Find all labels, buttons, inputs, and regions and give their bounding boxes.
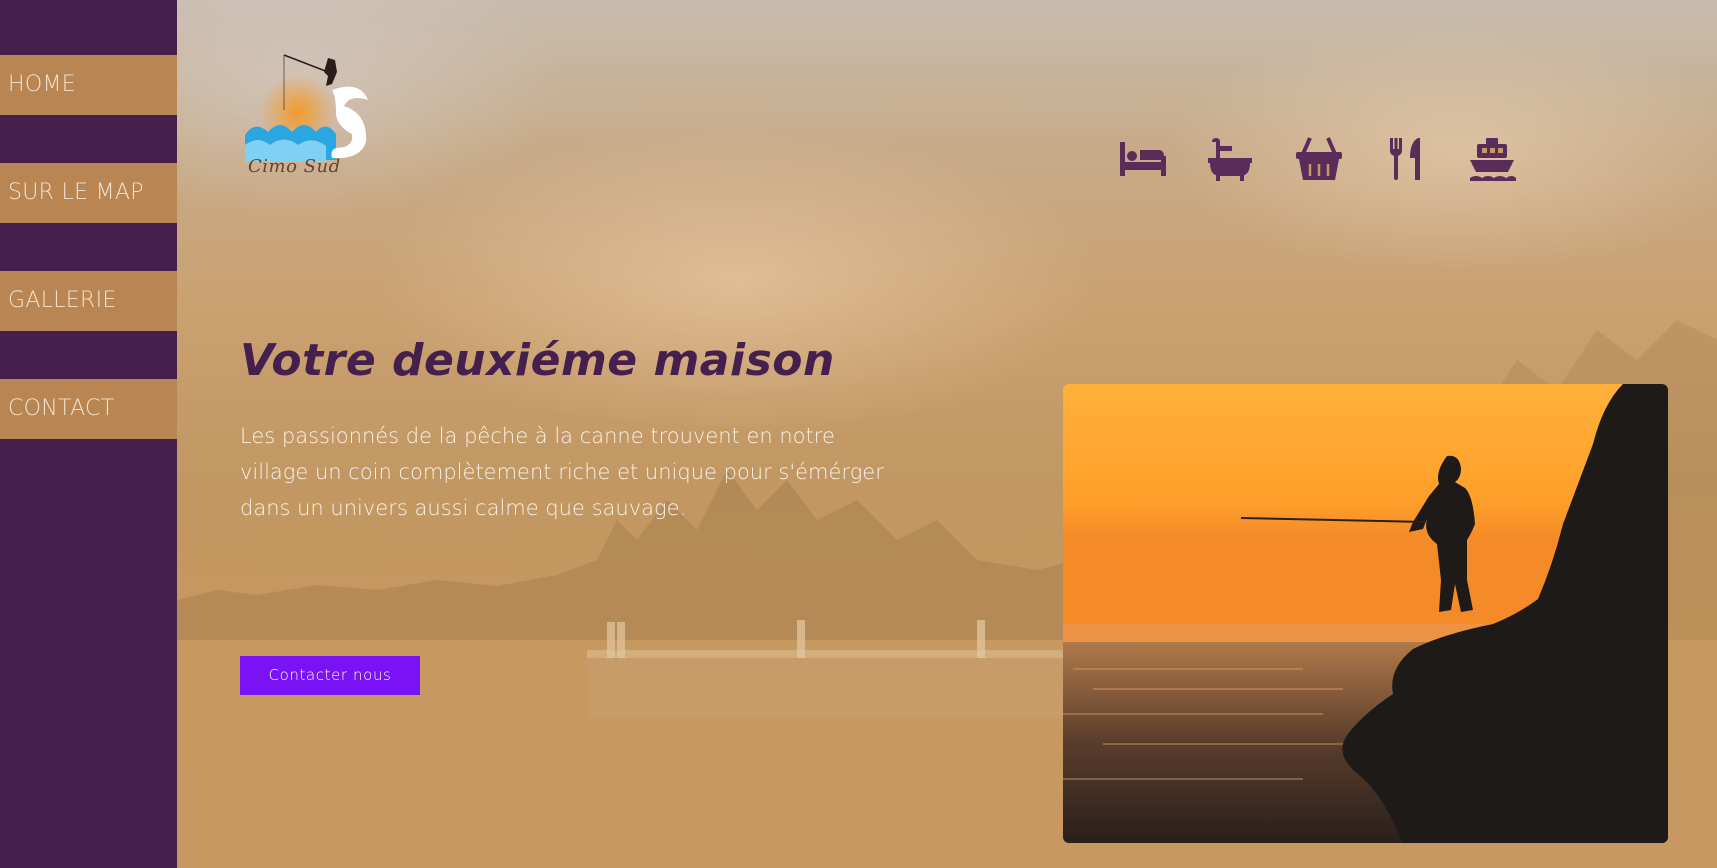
- sidebar-nav: HOME SUR LE MAP GALLERIE CONTACT: [0, 0, 177, 868]
- nav-item-gallery[interactable]: GALLERIE: [0, 271, 177, 331]
- hero-description: Les passionnés de la pêche à la canne tr…: [240, 424, 884, 520]
- nav-item-map[interactable]: SUR LE MAP: [0, 163, 177, 223]
- nav-item-home[interactable]: HOME: [0, 55, 177, 115]
- bathtub-icon[interactable]: [1206, 136, 1256, 182]
- fisherman-photo: [1063, 384, 1668, 843]
- contact-us-button[interactable]: Contacter nous: [240, 656, 420, 695]
- shopping-basket-icon[interactable]: [1294, 136, 1344, 182]
- bed-icon[interactable]: [1118, 136, 1168, 182]
- logo-text: Cimo Sud: [248, 156, 341, 177]
- ship-icon[interactable]: [1467, 136, 1517, 182]
- utensils-icon[interactable]: [1382, 136, 1432, 182]
- hero-title: Votre deuxiéme maison: [240, 335, 835, 386]
- nav-item-contact[interactable]: CONTACT: [0, 379, 177, 439]
